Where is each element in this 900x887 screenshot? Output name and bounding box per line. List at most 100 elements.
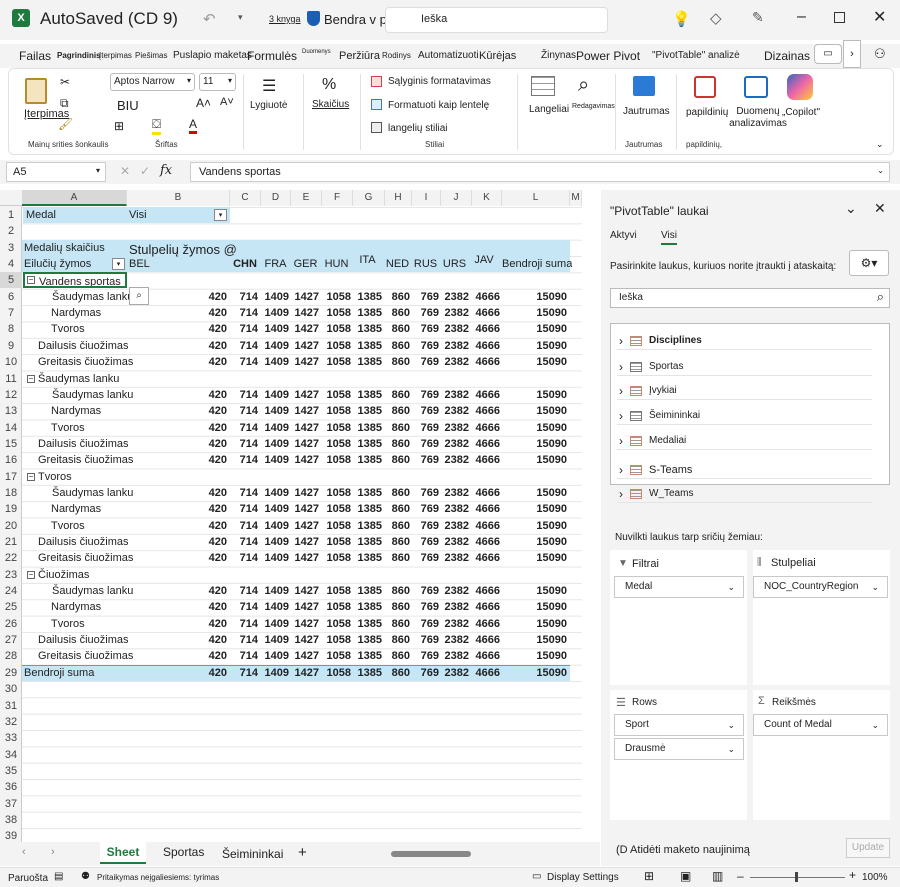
expand-chevron-icon[interactable]: ›	[619, 382, 623, 400]
add-sheet-icon[interactable]: +	[298, 844, 307, 861]
macro-icon[interactable]: ▤	[54, 871, 63, 882]
fill-color-icon[interactable]: ⛋	[152, 117, 162, 135]
value-cell[interactable]: 769	[412, 518, 439, 534]
value-cell[interactable]: 714	[230, 403, 258, 419]
copy-icon[interactable]: ⧉	[60, 96, 69, 111]
value-cell[interactable]: 4666	[472, 501, 500, 517]
formula-input[interactable]: Vandens sportas ⌄	[190, 162, 890, 182]
row-header[interactable]: 19	[0, 501, 22, 517]
value-cell[interactable]: 4666	[472, 354, 500, 370]
grand-total-label[interactable]: Bendroji suma	[24, 665, 124, 681]
value-cell[interactable]: 1058	[322, 452, 351, 468]
value-cell[interactable]: 420	[127, 403, 227, 419]
value-cell[interactable]: 420	[127, 321, 227, 337]
value-cell[interactable]: 2382	[441, 550, 469, 566]
value-cell[interactable]: 4666	[472, 305, 500, 321]
value-cell[interactable]: 860	[385, 436, 410, 452]
value-cell[interactable]: 714	[230, 648, 258, 664]
cell-styles-button[interactable]: langelių stiliai	[388, 123, 447, 134]
value-cell[interactable]: 420	[127, 665, 227, 681]
row-header[interactable]: 35	[0, 763, 22, 779]
editing-button[interactable]: Redagavimas	[572, 103, 615, 110]
value-cell[interactable]: 4666	[472, 534, 500, 550]
value-field-dropdown[interactable]: Count of Medal ⌄	[753, 714, 888, 736]
column-header[interactable]: B	[127, 190, 230, 206]
tab-design[interactable]: Dizainas	[764, 49, 810, 63]
value-cell[interactable]: 714	[230, 616, 258, 632]
pivot-field-item[interactable]: › Disciplines	[617, 332, 872, 350]
value-cell[interactable]: 1409	[261, 665, 289, 681]
value-cell[interactable]: 1058	[322, 518, 351, 534]
row-filter-icon[interactable]: ▾	[112, 258, 125, 271]
display-settings[interactable]: Display Settings	[547, 872, 619, 883]
undo-icon[interactable]: ↶	[203, 10, 216, 28]
value-cell[interactable]: 15090	[502, 452, 567, 468]
value-cell[interactable]: 1409	[261, 289, 289, 305]
values-label-cell[interactable]: Medalių skaičius	[24, 240, 128, 256]
value-cell[interactable]: 2382	[441, 534, 469, 550]
value-cell[interactable]: 860	[385, 550, 410, 566]
value-cell[interactable]: 769	[412, 616, 439, 632]
update-button[interactable]: Update	[846, 838, 890, 858]
value-cell[interactable]: 1058	[322, 665, 351, 681]
column-header[interactable]: H	[385, 190, 412, 206]
row-header[interactable]: 25	[0, 599, 22, 615]
alignment-button[interactable]: Lygiuotė	[250, 100, 287, 111]
value-cell[interactable]: 420	[127, 518, 227, 534]
value-cell[interactable]: 1385	[353, 550, 382, 566]
value-cell[interactable]: 1385	[353, 338, 382, 354]
value-cell[interactable]: 1427	[291, 403, 319, 419]
tab-all-fields[interactable]: Visi	[661, 230, 677, 245]
value-cell[interactable]: 860	[385, 518, 410, 534]
row-header[interactable]: 33	[0, 730, 22, 746]
value-cell[interactable]: 2382	[441, 665, 469, 681]
row-header[interactable]: 13	[0, 403, 22, 419]
value-cell[interactable]: 1427	[291, 501, 319, 517]
row-header[interactable]: 32	[0, 714, 22, 730]
value-cell[interactable]: 1427	[291, 599, 319, 615]
country-header[interactable]: RUS	[412, 256, 439, 272]
analyze-data-icon[interactable]	[744, 76, 768, 98]
value-cell[interactable]: 4666	[472, 436, 500, 452]
value-cell[interactable]: 15090	[502, 599, 567, 615]
value-cell[interactable]: 1409	[261, 452, 289, 468]
value-cell[interactable]: 860	[385, 305, 410, 321]
row-header[interactable]: 7	[0, 305, 22, 321]
row-header[interactable]: 34	[0, 747, 22, 763]
value-cell[interactable]: 714	[230, 289, 258, 305]
tab-file[interactable]: Failas	[19, 49, 51, 63]
worksheet-grid[interactable]: A B C D E F G H I J K L M 1 2 3 4 5 6 7 8 9 10 11 12 13 14 15 16 17 18…	[0, 190, 582, 842]
sensitivity-icon[interactable]	[633, 76, 655, 96]
sensitivity-button[interactable]: Jautrumas	[623, 106, 670, 117]
value-cell[interactable]: 1427	[291, 550, 319, 566]
value-cell[interactable]: 15090	[502, 420, 567, 436]
value-cell[interactable]: 769	[412, 534, 439, 550]
row-header[interactable]: 20	[0, 518, 22, 534]
name-box[interactable]: A5 ▾	[6, 162, 106, 182]
value-cell[interactable]: 1058	[322, 648, 351, 664]
value-cell[interactable]: 1427	[291, 387, 319, 403]
value-cell[interactable]: 1385	[353, 501, 382, 517]
row-labels-title[interactable]: Eilučių žymos	[24, 256, 114, 272]
expand-chevron-icon[interactable]: ›	[619, 461, 623, 479]
row-header[interactable]: 39	[0, 828, 22, 842]
value-cell[interactable]: 714	[230, 452, 258, 468]
group-row-label[interactable]: Čiuožimas	[26, 567, 126, 583]
value-cell[interactable]: 769	[412, 501, 439, 517]
value-cell[interactable]: 420	[127, 583, 227, 599]
value-cell[interactable]: 714	[230, 354, 258, 370]
column-header[interactable]: I	[412, 190, 441, 206]
value-cell[interactable]: 1427	[291, 518, 319, 534]
page-break-icon[interactable]: ▥	[712, 869, 723, 883]
row-header[interactable]: 26	[0, 616, 22, 632]
search-box[interactable]: Ieška	[385, 7, 608, 33]
defer-update-checkbox[interactable]: (D Atidėti maketo naujinimą	[616, 844, 750, 856]
pivot-field-item[interactable]: › Šeimininkai	[617, 407, 872, 425]
value-cell[interactable]: 769	[412, 354, 439, 370]
value-cell[interactable]: 1058	[322, 436, 351, 452]
format-painter-icon[interactable]: 🖌	[58, 117, 73, 131]
value-cell[interactable]: 860	[385, 616, 410, 632]
value-cell[interactable]: 714	[230, 338, 258, 354]
expand-chevron-icon[interactable]: ›	[619, 407, 623, 425]
tab-page-layout[interactable]: Puslapio maketas	[173, 50, 252, 61]
